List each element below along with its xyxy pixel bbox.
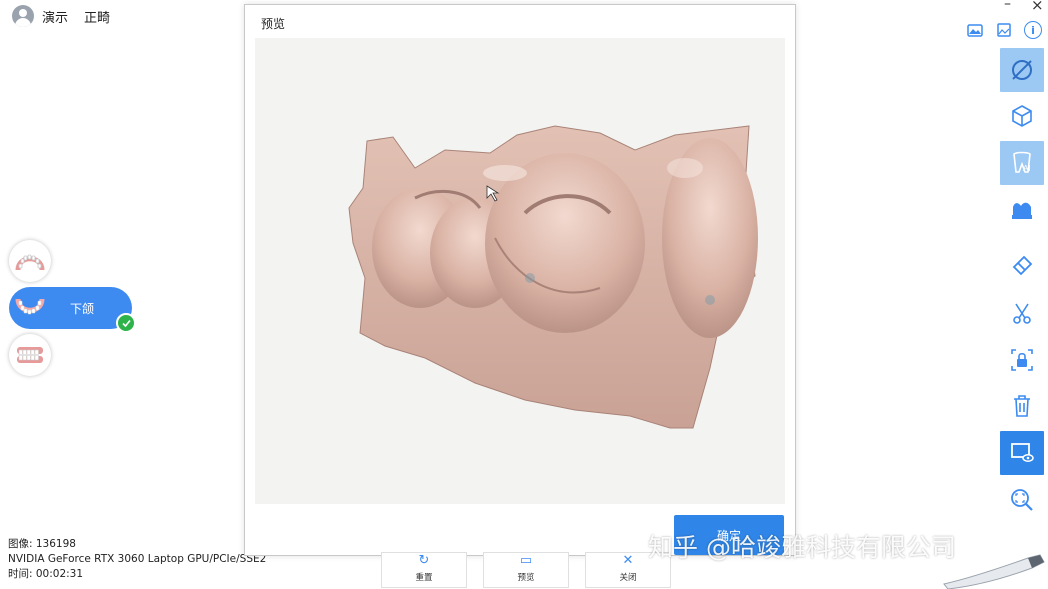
watermark: 知乎 @哈竣雅科技有限公司 [648,533,956,562]
hide-texture-button[interactable] [1000,48,1044,92]
bite-icon [17,347,43,363]
upper-jaw-button[interactable] [9,240,51,282]
close-label: 关闭 [619,573,637,583]
lower-jaw-icon [15,298,45,315]
zoom-fit-button[interactable] [1000,478,1044,522]
eraser-icon [1012,255,1033,276]
checkmark-icon [116,313,136,333]
lock-selection-icon [1011,349,1033,371]
zoom-fit-icon [1011,489,1033,511]
screen-preview-button[interactable] [1000,431,1044,475]
lower-jaw-button[interactable]: 下颌 [9,287,132,329]
username: 演示 [42,10,69,26]
lock-selection-button[interactable] [1000,338,1044,382]
close-icon: ✕ [622,553,634,568]
scan-info: 图像: 136198 NVIDIA GeForce RTX 3060 Lapto… [8,537,266,582]
user-bar: 演示 正畸 [12,4,110,28]
scissors-button[interactable] [1000,291,1044,335]
lower-jaw-label: 下颌 [70,301,95,316]
close-window-button[interactable]: × [1031,0,1044,14]
scissors-icon [1013,303,1031,324]
3d-view-button[interactable] [1000,94,1044,138]
preview-icon: ▭ [519,553,533,568]
model-base-button[interactable] [1000,187,1044,231]
preview-label: 预览 [517,573,535,583]
image-gallery-icon[interactable] [965,20,985,40]
dental-model-render [348,125,758,429]
case-type: 正畸 [84,10,111,26]
3d-preview-viewport[interactable] [255,38,785,504]
hide-texture-icon [1012,60,1032,80]
info-icon[interactable]: i [1023,20,1043,40]
gpu-info: NVIDIA GeForce RTX 3060 Laptop GPU/PCIe/… [8,553,267,565]
reset-button[interactable]: ↻ 重置 [381,552,467,588]
upper-jaw-icon [15,254,45,271]
reset-label: 重置 [415,573,433,583]
scanner-device-icon [943,554,1045,589]
bite-button[interactable] [9,334,51,376]
ai-tooth-icon: AI [1013,151,1031,173]
elapsed-time: 时间: 00:02:31 [8,568,84,580]
reset-icon: ↻ [418,553,430,568]
image-icon[interactable] [994,20,1014,40]
trash-icon [1014,395,1030,417]
svg-text:AI: AI [1023,164,1031,173]
image-count: 图像: 136198 [8,538,76,550]
model-base-icon [1012,202,1032,219]
delete-button[interactable] [1000,384,1044,428]
preview-dialog: 预览 确定 [244,4,796,556]
eraser-button[interactable] [1000,244,1044,288]
screen-preview-icon [1011,443,1034,462]
ai-tooth-button[interactable]: AI [1000,141,1044,185]
minimize-button[interactable]: – [1004,0,1011,12]
dialog-title: 预览 [261,17,286,31]
preview-button[interactable]: ▭ 预览 [483,552,569,588]
avatar-icon[interactable] [12,5,34,27]
3d-cube-icon [1012,105,1032,127]
